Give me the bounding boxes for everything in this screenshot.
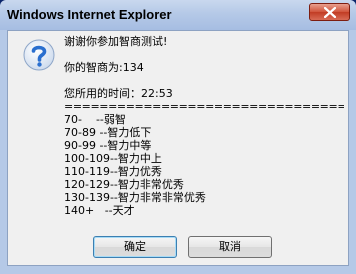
iq-range-line: 140+ --天才 <box>64 204 135 217</box>
message-separator: ========================================… <box>64 100 344 113</box>
window-title: Windows Internet Explorer <box>7 7 172 22</box>
iq-range-line: 130-139--智力非常非常优秀 <box>64 191 206 204</box>
cancel-button[interactable]: 取消 <box>188 236 272 258</box>
iq-range-line: 70- --弱智 <box>64 113 126 126</box>
window-frame: 谢谢你参加智商测试! 你的智商为:134 您所用的时间：22:53 ======… <box>0 30 356 274</box>
message-text: 谢谢你参加智商测试! 你的智商为:134 您所用的时间：22:53 ======… <box>64 35 344 217</box>
title-bar[interactable]: Windows Internet Explorer <box>0 0 356 30</box>
message-line-iq: 你的智商为:134 <box>64 61 144 74</box>
message-line-blank <box>64 74 344 87</box>
message-line-thanks: 谢谢你参加智商测试! <box>64 35 168 48</box>
iq-range-line: 70-89 --智力低下 <box>64 126 152 139</box>
iq-range-line: 110-119--智力优秀 <box>64 165 162 178</box>
iq-range-line: 90-99 --智力中等 <box>64 139 152 152</box>
question-icon <box>23 39 55 71</box>
button-row: 确定 取消 <box>8 236 350 260</box>
close-button[interactable] <box>309 3 350 21</box>
dialog-window: Windows Internet Explorer 谢谢你参加智商测试! 你的智… <box>0 0 356 274</box>
close-icon <box>324 7 336 18</box>
message-line-time: 您所用的时间：22:53 <box>64 87 173 100</box>
ok-button[interactable]: 确定 <box>93 236 177 258</box>
iq-range-line: 100-109--智力中上 <box>64 152 162 165</box>
message-line-blank <box>64 48 344 61</box>
iq-range-line: 120-129--智力非常优秀 <box>64 178 184 191</box>
dialog-body: 谢谢你参加智商测试! 你的智商为:134 您所用的时间：22:53 ======… <box>7 30 349 266</box>
